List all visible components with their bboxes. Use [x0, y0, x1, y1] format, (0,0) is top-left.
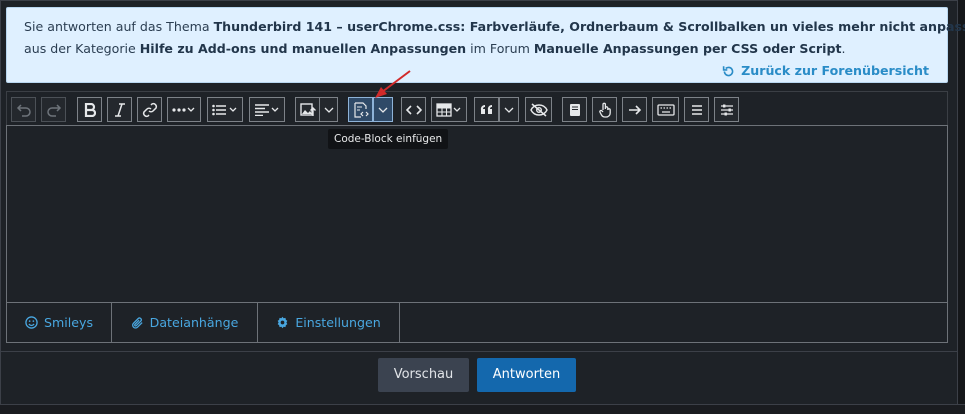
notice-line-2: aus der Kategorie Hilfe zu Add-ons und m…	[24, 38, 947, 60]
bold-button[interactable]	[77, 97, 102, 122]
spoiler-button[interactable]	[525, 97, 552, 122]
link-icon	[142, 102, 157, 117]
chevron-down-icon	[504, 107, 514, 113]
tab-settings-label: Einstellungen	[295, 315, 381, 330]
italic-button[interactable]	[107, 97, 132, 122]
quote-button[interactable]	[474, 97, 499, 122]
undo-icon	[16, 103, 31, 117]
redo-icon	[46, 103, 61, 117]
gear-icon	[277, 316, 288, 329]
tab-smileys[interactable]: Smileys	[7, 303, 112, 342]
notice-prefix: Sie antworten auf das Thema	[24, 19, 214, 34]
table-icon	[436, 102, 461, 117]
window-bottom-edge	[0, 404, 965, 414]
bold-icon	[84, 102, 96, 117]
quote-options-caret[interactable]	[499, 97, 519, 122]
list-icon	[212, 104, 237, 115]
notice-category-prefix: aus der Kategorie	[24, 41, 140, 56]
keyboard-button[interactable]	[652, 97, 679, 122]
arrow-icon	[628, 104, 641, 115]
mention-button[interactable]	[592, 97, 617, 122]
image-icon	[299, 102, 316, 116]
horizontal-rule-button[interactable]	[684, 97, 709, 122]
align-icon	[255, 103, 279, 116]
back-to-forum-link[interactable]: Zurück zur Forenübersicht	[722, 60, 929, 82]
category-link[interactable]: Hilfe zu Add-ons und manuellen Anpassung…	[140, 41, 466, 56]
settings-sliders-button[interactable]	[714, 97, 739, 122]
quote-icon	[480, 104, 492, 114]
editor-toolbar	[6, 91, 948, 126]
align-dropdown-button[interactable]	[249, 97, 285, 122]
code-block-icon	[353, 101, 369, 118]
tab-attachments[interactable]: Dateianhänge	[112, 303, 258, 342]
paperclip-icon	[131, 316, 143, 329]
forum-link[interactable]: Manuelle Anpassungen per CSS oder Script	[534, 41, 842, 56]
chevron-down-icon	[378, 107, 388, 113]
more-dropdown-button[interactable]	[167, 97, 201, 122]
refresh-back-icon	[722, 65, 734, 76]
image-options-caret[interactable]	[319, 97, 338, 122]
image-button[interactable]	[295, 97, 320, 122]
submit-reply-button[interactable]: Antworten	[477, 358, 576, 392]
hr-icon	[691, 104, 702, 115]
inline-code-icon	[405, 104, 422, 115]
message-editor[interactable]	[6, 125, 948, 303]
toolbar-tooltip: Code-Block einfügen	[328, 129, 449, 149]
annotation-arrow	[375, 70, 411, 98]
settings-sliders-icon	[720, 104, 733, 115]
notice-period: .	[841, 41, 846, 56]
tab-attachments-label: Dateianhänge	[149, 315, 239, 330]
notice-forum-prefix: im Forum	[466, 41, 534, 56]
form-divider	[0, 351, 958, 352]
indent-button[interactable]	[622, 97, 647, 122]
more-icon	[172, 107, 195, 112]
notice-line-1: Sie antworten auf das Thema Thunderbird …	[24, 16, 965, 38]
chevron-down-icon	[324, 107, 333, 113]
tab-settings[interactable]: Einstellungen	[258, 303, 400, 342]
undo-button[interactable]	[11, 97, 36, 122]
keyboard-icon	[656, 103, 675, 116]
tab-smileys-label: Smileys	[43, 315, 94, 330]
window-edge	[958, 0, 965, 414]
book-icon	[569, 103, 580, 116]
list-dropdown-button[interactable]	[207, 97, 243, 122]
back-link-label: Zurück zur Forenübersicht	[741, 63, 929, 78]
spoiler-icon	[529, 102, 548, 117]
redo-button[interactable]	[41, 97, 66, 122]
hand-icon	[598, 102, 611, 118]
reply-context-notice: Sie antworten auf das Thema Thunderbird …	[6, 7, 965, 83]
smiley-icon	[25, 316, 38, 329]
thread-title[interactable]: Thunderbird 141 – userChrome.css: Farbve…	[214, 19, 965, 34]
link-button[interactable]	[137, 97, 162, 122]
italic-icon	[114, 102, 125, 117]
editor-tabs: Smileys Dateianhänge Einstellungen	[6, 303, 948, 343]
table-dropdown-button[interactable]	[431, 97, 467, 122]
wiki-button[interactable]	[562, 97, 587, 122]
preview-button[interactable]: Vorschau	[378, 358, 469, 392]
